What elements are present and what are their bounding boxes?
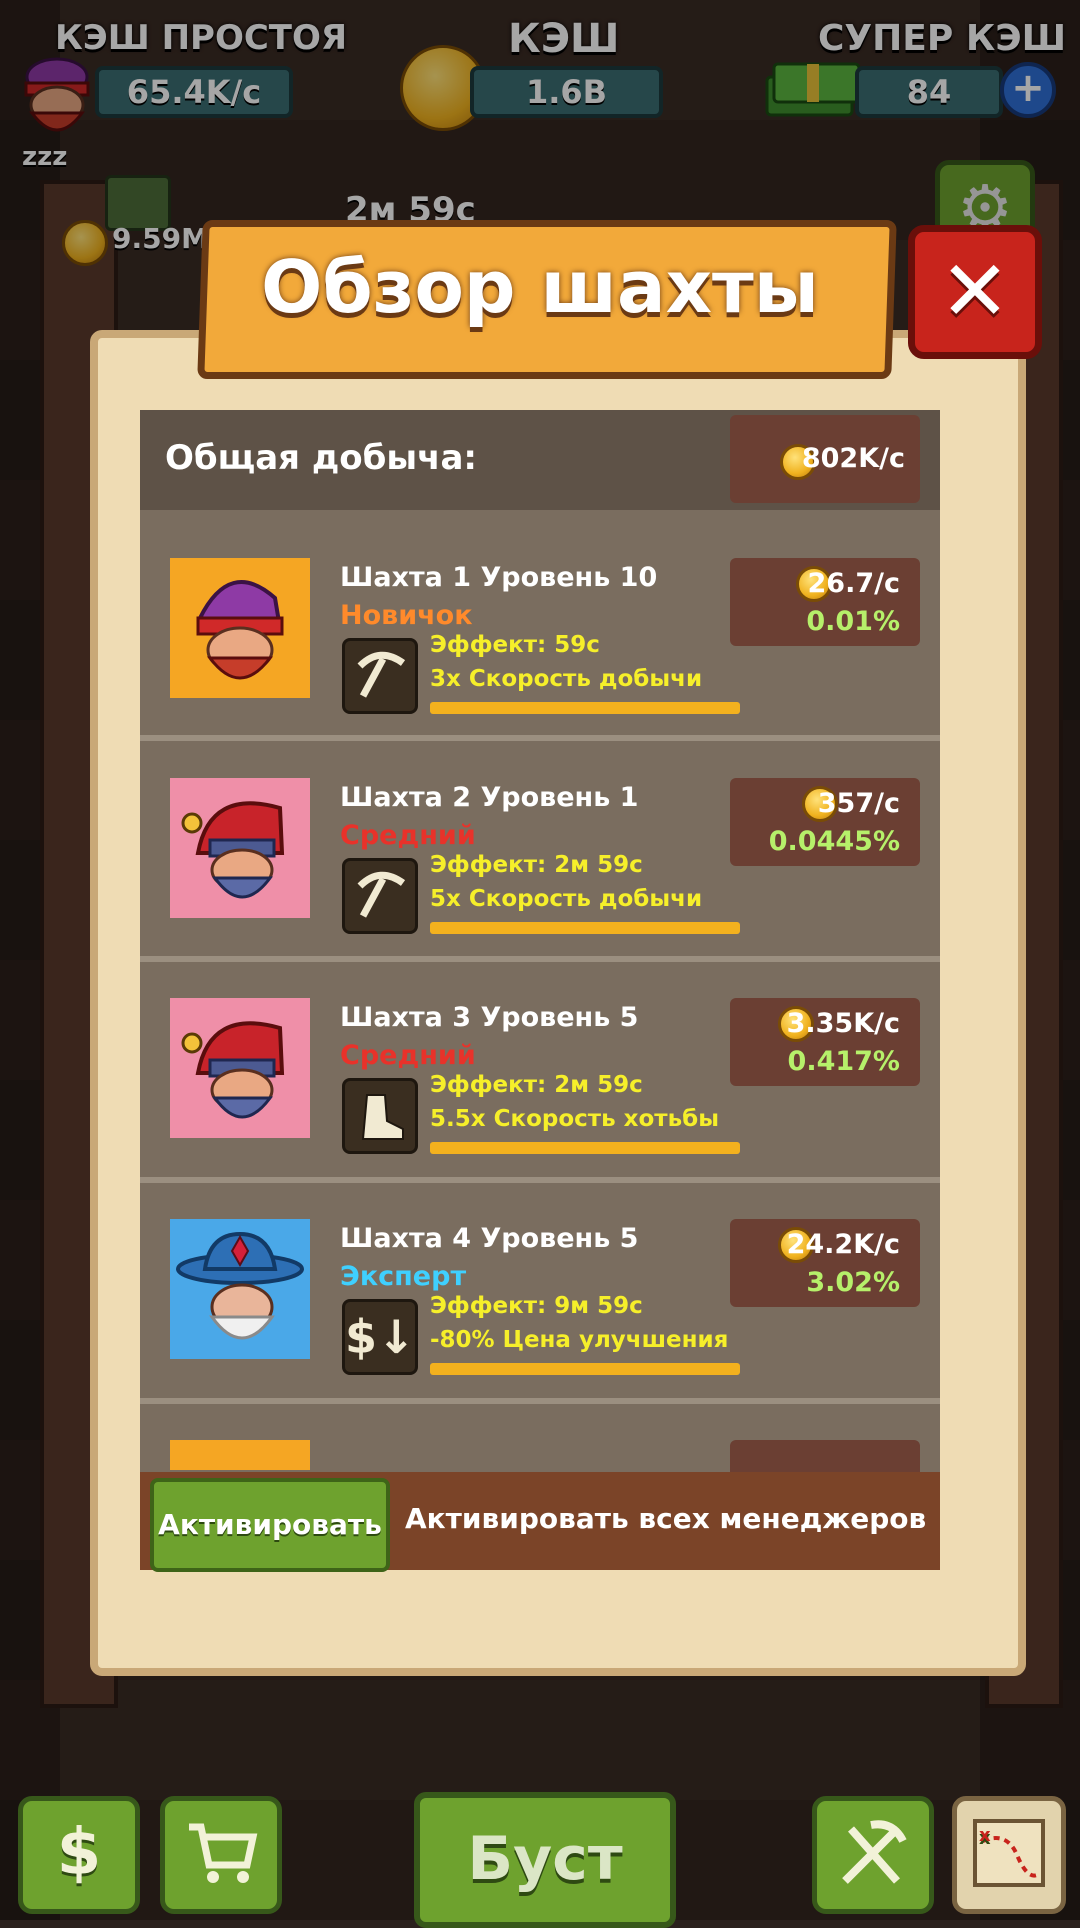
total-production-label: Общая добыча: (165, 438, 478, 478)
effect-duration: Эффект: 2м 59с (430, 852, 643, 878)
mine-title: Шахта 4 Уровень 5 (340, 1223, 639, 1254)
mine-rate-box: 26.7/с 0.01% (730, 558, 920, 646)
svg-text:x: x (979, 1825, 991, 1846)
mine-rate: 26.7/с (807, 568, 900, 599)
activate-all-label: Активировать всех менеджеров (405, 1502, 927, 1535)
mine-row-4[interactable]: Шахта 4 Уровень 5 Эксперт $↓ Эффект: 9м … (140, 1191, 940, 1411)
effect-progress-bar (430, 922, 740, 934)
pickaxe-icon[interactable] (342, 638, 418, 714)
effect-progress-bar (430, 1363, 740, 1375)
pickaxe-shovel-icon (842, 1820, 907, 1884)
manager-portrait[interactable] (170, 558, 310, 698)
boost-button[interactable]: Буст (414, 1792, 676, 1928)
mine-percent: 0.01% (806, 606, 900, 637)
manager-rank: Средний (340, 820, 476, 851)
dollar-down-icon[interactable]: $↓ (342, 1299, 418, 1375)
row-divider (140, 1398, 940, 1404)
mine-percent: 0.417% (787, 1046, 900, 1077)
panel-title: Обзор шахты (261, 245, 819, 329)
effect-duration: Эффект: 2м 59с (430, 1072, 643, 1098)
cart-button[interactable] (160, 1796, 282, 1914)
mine-rate: 24.2K/с (786, 1229, 900, 1260)
manager-portrait[interactable] (170, 998, 310, 1138)
effect-progress-bar (430, 702, 740, 714)
mine-row-1[interactable]: Шахта 1 Уровень 10 Новичок Эффект: 59с 3… (140, 530, 940, 750)
mine-rate: 3.35K/с (786, 1008, 900, 1039)
total-rate: 802K/с (801, 443, 905, 474)
mine-row-2[interactable]: Шахта 2 Уровень 1 Средний Эффект: 2м 59с… (140, 750, 940, 970)
mine-percent: 3.02% (806, 1267, 900, 1298)
manager-rank: Средний (340, 1040, 476, 1071)
manager-portrait[interactable] (170, 778, 310, 918)
effect-duration: Эффект: 59с (430, 632, 600, 658)
row-divider (140, 1177, 940, 1183)
mine-rate-box: 3.35K/с 0.417% (730, 998, 920, 1086)
manager-rank: Новичок (340, 600, 473, 631)
total-rate-box: 802K/с (730, 415, 920, 503)
effect-progress-bar (430, 1142, 740, 1154)
activate-button[interactable]: Активировать (150, 1478, 390, 1572)
mine-rate-box: 357/с 0.0445% (730, 778, 920, 866)
row-divider (140, 735, 940, 741)
cart-icon (189, 1823, 258, 1883)
effect-description: 5.5x Скорость хотьбы (430, 1106, 720, 1132)
mine-title: Шахта 1 Уровень 10 (340, 562, 658, 593)
boot-icon[interactable] (342, 1078, 418, 1154)
total-production-row: Общая добыча: 802K/с (140, 410, 940, 510)
manager-portrait[interactable] (170, 1219, 310, 1359)
effect-description: 3x Скорость добычи (430, 666, 703, 692)
mining-tools-button[interactable] (812, 1796, 934, 1914)
mine-list[interactable]: Общая добыча: 802K/с Шахта 1 Уровень 10 … (140, 410, 940, 1570)
manager-rank: Эксперт (340, 1261, 467, 1292)
map-icon: x (973, 1819, 1045, 1887)
effect-description: 5x Скорость добычи (430, 886, 703, 912)
row-divider (140, 956, 940, 962)
close-button[interactable]: ✕ (908, 225, 1042, 359)
mine-rate: 357/с (817, 788, 900, 819)
effect-description: -80% Цена улучшения (430, 1327, 729, 1353)
effect-duration: Эффект: 9м 59с (430, 1293, 643, 1319)
mine-title: Шахта 2 Уровень 1 (340, 782, 639, 813)
mine-row-3[interactable]: Шахта 3 Уровень 5 Средний Эффект: 2м 59с… (140, 970, 940, 1190)
mine-percent: 0.0445% (768, 826, 900, 857)
shop-dollar-button[interactable]: $ (18, 1796, 140, 1914)
map-button[interactable]: x (952, 1796, 1066, 1914)
manager-portrait[interactable] (170, 1440, 310, 1470)
mine-title: Шахта 3 Уровень 5 (340, 1002, 639, 1033)
mine-rate-box: 24.2K/с 3.02% (730, 1219, 920, 1307)
pickaxe-icon[interactable] (342, 858, 418, 934)
